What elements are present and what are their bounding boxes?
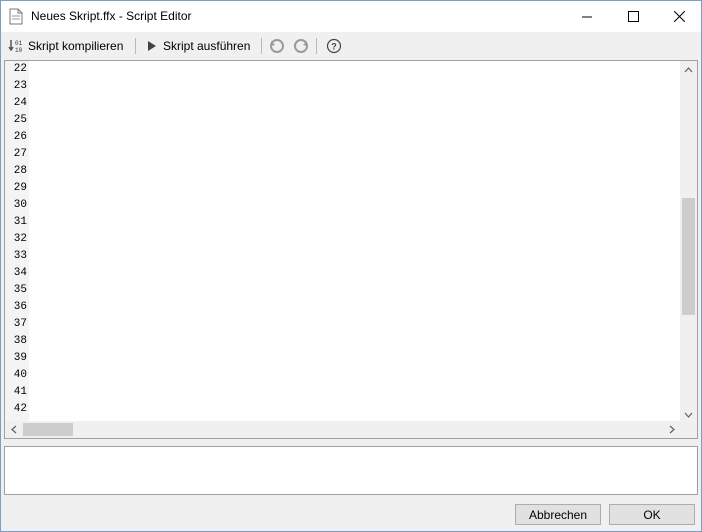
compile-label: Skript kompilieren <box>28 39 124 53</box>
undo-button[interactable] <box>269 35 285 57</box>
minimize-button[interactable] <box>564 1 610 32</box>
svg-text:?: ? <box>331 42 337 52</box>
maximize-button[interactable] <box>610 1 656 32</box>
line-number: 29 <box>13 182 27 194</box>
line-number: 26 <box>13 131 27 143</box>
compile-button[interactable]: 01 10 Skript kompilieren <box>8 35 123 57</box>
line-number: 37 <box>13 318 27 330</box>
line-number: 24 <box>13 97 27 109</box>
vertical-scroll-thumb[interactable] <box>682 198 695 315</box>
toolbar-separator <box>316 38 317 54</box>
line-number: 34 <box>13 267 27 279</box>
horizontal-scrollbar[interactable] <box>5 421 680 438</box>
ok-button-label: OK <box>643 507 661 522</box>
line-number: 35 <box>13 284 27 296</box>
toolbar: 01 10 Skript kompilieren Skript ausführe… <box>1 32 701 59</box>
scrollbar-corner <box>680 421 697 438</box>
cancel-button[interactable]: Abbrechen <box>515 504 601 525</box>
undo-icon <box>270 39 284 53</box>
script-editor-window: Neues Skript.ffx - Script Editor 01 10 S… <box>0 0 702 532</box>
code-editor[interactable]: 22 23 24 25 26 27 28 29 30 31 32 33 34 3… <box>4 60 698 439</box>
line-number: 32 <box>13 233 27 245</box>
horizontal-scroll-thumb[interactable] <box>23 423 73 436</box>
line-number: 36 <box>13 301 27 313</box>
line-number: 38 <box>13 335 27 347</box>
title-bar[interactable]: Neues Skript.ffx - Script Editor <box>1 1 701 32</box>
line-number: 31 <box>13 216 27 228</box>
chevron-up-icon <box>684 66 693 72</box>
help-icon: ? <box>326 38 342 54</box>
line-number: 25 <box>13 114 27 126</box>
line-number: 41 <box>13 386 27 398</box>
line-number: 22 <box>13 63 27 75</box>
run-label: Skript ausführen <box>163 39 251 53</box>
scroll-right-button[interactable] <box>663 421 680 438</box>
minimize-icon <box>582 16 592 17</box>
compile-icon: 01 10 <box>8 40 23 54</box>
line-number: 39 <box>13 352 27 364</box>
cancel-button-label: Abbrechen <box>528 507 588 522</box>
line-number: 33 <box>13 250 27 262</box>
chevron-left-icon <box>10 425 16 434</box>
vertical-scrollbar[interactable] <box>680 61 697 423</box>
line-number: 42 <box>13 403 27 415</box>
run-button[interactable]: Skript ausführen <box>145 35 250 57</box>
help-button[interactable]: ? <box>326 35 342 57</box>
scroll-left-button[interactable] <box>5 421 22 438</box>
window-title: Neues Skript.ffx - Script Editor <box>31 9 192 23</box>
line-number: 27 <box>13 148 27 160</box>
toolbar-separator <box>135 38 136 54</box>
ok-button[interactable]: OK <box>609 504 695 525</box>
scroll-up-button[interactable] <box>680 61 697 78</box>
redo-icon <box>294 39 308 53</box>
line-number: 28 <box>13 165 27 177</box>
line-number: 23 <box>13 80 27 92</box>
run-icon <box>148 41 156 51</box>
script-file-icon <box>9 8 23 25</box>
svg-text:01: 01 <box>15 40 23 47</box>
toolbar-separator <box>261 38 262 54</box>
redo-button[interactable] <box>293 35 309 57</box>
close-icon <box>673 11 685 22</box>
chevron-right-icon <box>669 425 675 434</box>
output-panel[interactable] <box>4 446 698 495</box>
svg-text:10: 10 <box>15 47 23 54</box>
line-number: 40 <box>13 369 27 381</box>
chevron-down-icon <box>684 412 693 418</box>
close-button[interactable] <box>656 1 701 32</box>
maximize-icon <box>627 11 639 22</box>
line-number: 30 <box>13 199 27 211</box>
